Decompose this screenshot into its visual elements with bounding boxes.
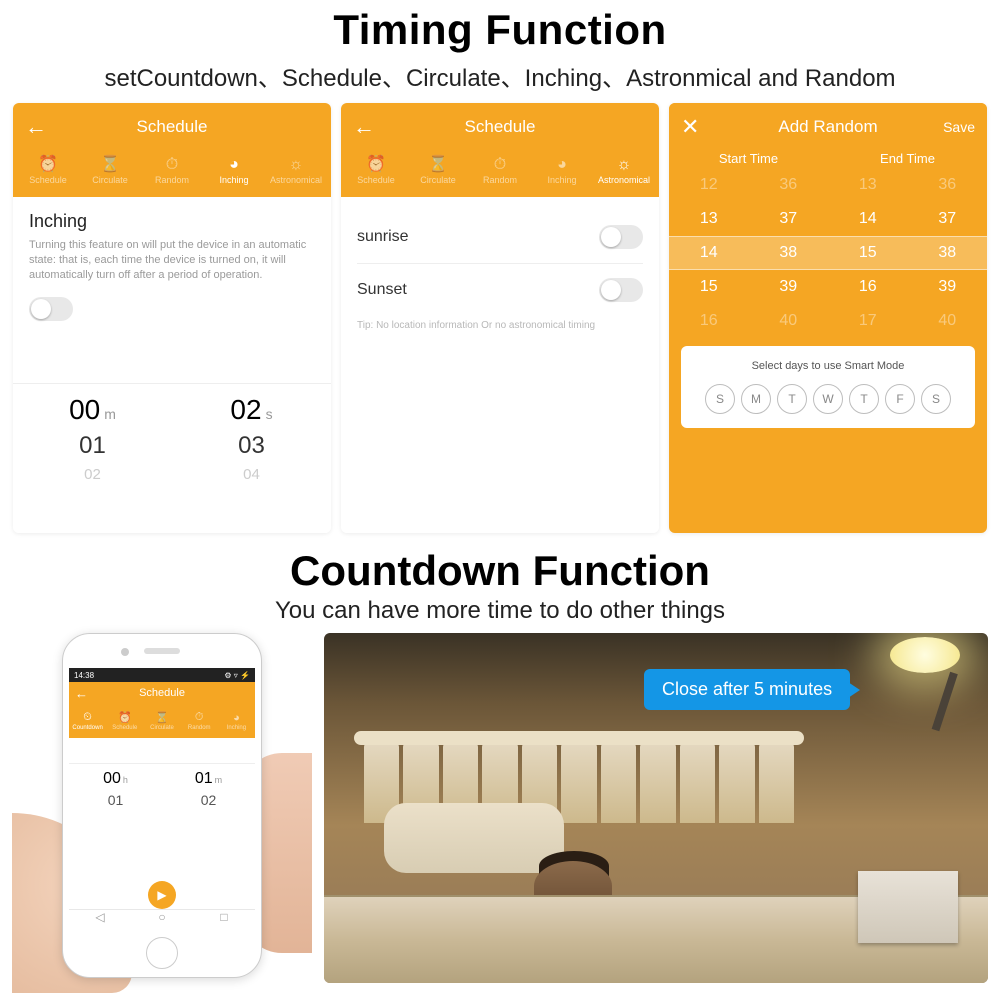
back-icon[interactable]: ←	[75, 686, 88, 701]
screen-astronomical: ← Schedule ⏰Schedule⌛Circulate⏱Random◕In…	[341, 103, 659, 533]
screen-random: ✕ Add Random Save Start Time End Time 12…	[669, 103, 987, 533]
tab-circulate[interactable]: ⌛Circulate	[79, 145, 141, 197]
section2-subtitle: You can have more time to do other thing…	[0, 597, 1000, 625]
section1-subtitle: setCountdown、Schedule、Circulate、Inching、…	[0, 58, 1000, 93]
sunrise-label: sunrise	[357, 228, 409, 246]
tab-astronomical[interactable]: ☼Astronomical	[265, 145, 327, 197]
home-button[interactable]	[146, 937, 178, 969]
inching-desc: Turning this feature on will put the dev…	[29, 238, 315, 283]
phone-tab-circulate[interactable]: ⌛Circulate	[143, 704, 180, 738]
phone-in-hand: 14:38⚙ ▿ ⚡ ← Schedule ⏲Countdown⏰Schedul…	[12, 633, 312, 993]
tab-inching[interactable]: ◕Inching	[203, 145, 265, 197]
sunset-toggle[interactable]	[599, 278, 643, 302]
save-button[interactable]: Save	[943, 119, 975, 135]
speech-bubble: Close after 5 minutes	[644, 669, 850, 710]
astronomical-tip: Tip: No location information Or no astro…	[357, 320, 643, 331]
days-title: Select days to use Smart Mode	[691, 360, 965, 372]
countdown-picker[interactable]: 00h 01 01m 02	[69, 763, 255, 873]
nav-back[interactable]: ◁	[69, 910, 131, 931]
day-m[interactable]: M	[741, 384, 771, 414]
time-picker-grid[interactable]: 1236133613371437143815381539163916401740	[669, 166, 987, 346]
sunset-row: Sunset	[357, 264, 643, 316]
day-t[interactable]: T	[777, 384, 807, 414]
time-header: Start Time End Time	[669, 151, 987, 166]
status-bar: 14:38⚙ ▿ ⚡	[69, 668, 255, 682]
day-f[interactable]: F	[885, 384, 915, 414]
header-title: Schedule	[25, 117, 319, 137]
tab-schedule[interactable]: ⏰Schedule	[17, 145, 79, 197]
phone-tabs: ⏲Countdown⏰Schedule⌛Circulate⏱Random◕Inc…	[69, 704, 255, 738]
nav-home[interactable]: ○	[131, 910, 193, 931]
close-icon[interactable]: ✕	[681, 114, 699, 140]
start-button[interactable]: ▶	[148, 881, 176, 909]
days-row: SMTWTFS	[691, 384, 965, 414]
days-card: Select days to use Smart Mode SMTWTFS	[681, 346, 975, 428]
day-t[interactable]: T	[849, 384, 879, 414]
tab-random[interactable]: ⏱Random	[469, 145, 531, 197]
inching-toggle[interactable]	[29, 297, 73, 321]
time-picker[interactable]: 00m 01 02 02s 03 04	[13, 383, 331, 533]
phone-tab-inching[interactable]: ◕Inching	[218, 704, 255, 738]
tab-schedule[interactable]: ⏰Schedule	[345, 145, 407, 197]
phone-tab-schedule[interactable]: ⏰Schedule	[106, 704, 143, 738]
sunrise-toggle[interactable]	[599, 225, 643, 249]
nav-menu[interactable]: □	[193, 910, 255, 931]
tab-inching[interactable]: ◕Inching	[531, 145, 593, 197]
screen-inching: ← Schedule ⏰Schedule⌛Circulate⏱Random◕In…	[13, 103, 331, 533]
day-s[interactable]: S	[921, 384, 951, 414]
end-time-label: End Time	[828, 151, 987, 166]
phone: 14:38⚙ ▿ ⚡ ← Schedule ⏲Countdown⏰Schedul…	[62, 633, 262, 978]
nav-bar: ◁ ○ □	[69, 909, 255, 931]
day-w[interactable]: W	[813, 384, 843, 414]
phone-tab-countdown[interactable]: ⏲Countdown	[69, 704, 106, 738]
tab-astronomical[interactable]: ☼Astronomical	[593, 145, 655, 197]
tab-circulate[interactable]: ⌛Circulate	[407, 145, 469, 197]
header-title: Add Random	[681, 117, 975, 137]
phone-header-title: Schedule	[139, 687, 185, 699]
phone-tab-random[interactable]: ⏱Random	[181, 704, 218, 738]
sunset-label: Sunset	[357, 281, 407, 299]
screens-row: ← Schedule ⏰Schedule⌛Circulate⏱Random◕In…	[0, 103, 1000, 533]
section2-title: Countdown Function	[0, 547, 1000, 595]
section1-title: Timing Function	[0, 6, 1000, 54]
tabs: ⏰Schedule⌛Circulate⏱Random◕Inching☼Astro…	[13, 145, 331, 197]
tabs: ⏰Schedule⌛Circulate⏱Random◕Inching☼Astro…	[341, 145, 659, 197]
sunrise-row: sunrise	[357, 211, 643, 263]
header-title: Schedule	[353, 117, 647, 137]
start-time-label: Start Time	[669, 151, 828, 166]
back-icon[interactable]: ←	[353, 114, 375, 140]
tab-random[interactable]: ⏱Random	[141, 145, 203, 197]
bedroom-scene: Close after 5 minutes	[324, 633, 988, 983]
inching-title: Inching	[29, 211, 315, 232]
back-icon[interactable]: ←	[25, 114, 47, 140]
day-s[interactable]: S	[705, 384, 735, 414]
